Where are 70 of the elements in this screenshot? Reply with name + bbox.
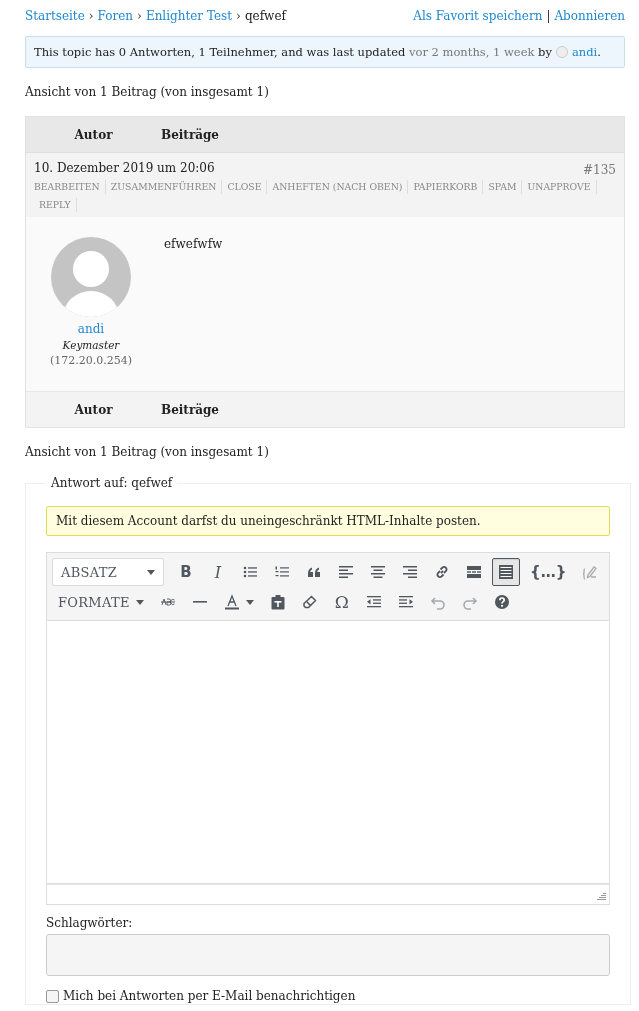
breadcrumb-separator: › bbox=[236, 9, 241, 23]
admin-link[interactable]: SPAM bbox=[483, 180, 523, 194]
topic-action-link[interactable]: Als Favorit speichern bbox=[413, 9, 543, 23]
resize-handle-icon[interactable] bbox=[597, 892, 608, 902]
link-icon bbox=[434, 564, 450, 580]
period-text: . bbox=[597, 45, 601, 59]
italic-button[interactable]: I bbox=[204, 558, 232, 586]
format-dropdown[interactable]: ABSATZ bbox=[52, 558, 164, 586]
author-ip: (172.20.0.254) bbox=[49, 354, 133, 367]
admin-link[interactable]: BEARBEITEN bbox=[34, 180, 106, 194]
admin-link[interactable]: ZUSAMMENFÜHREN bbox=[105, 180, 223, 194]
format-dropdown[interactable]: FORMATE bbox=[52, 588, 150, 616]
align-right-icon bbox=[402, 564, 418, 580]
column-heading: Beiträge bbox=[161, 402, 219, 417]
post-date: 10. Dezember 2019 um 20:06 bbox=[34, 161, 215, 177]
freshness-link[interactable]: vor 2 months, 1 week bbox=[409, 45, 535, 59]
author-role: Keymaster bbox=[62, 339, 120, 351]
pagination-count: Ansicht von 1 Beitrag (von insgesamt 1) bbox=[25, 85, 269, 99]
reply-form-legend: Antwort auf: qefwef bbox=[46, 476, 178, 490]
bold-button[interactable]: B bbox=[172, 558, 200, 586]
tags-label: Schlagwörter: bbox=[46, 916, 134, 930]
pagination-count: Ansicht von 1 Beitrag (von insgesamt 1) bbox=[25, 445, 269, 459]
link-separator: | bbox=[546, 9, 551, 23]
admin-link[interactable]: CLOSE bbox=[222, 180, 268, 194]
paste-text-icon bbox=[269, 594, 286, 610]
text-color-icon bbox=[223, 594, 240, 610]
code-button[interactable]: {…} bbox=[524, 558, 573, 586]
breadcrumb-link[interactable]: Foren bbox=[97, 9, 134, 23]
topic-info-text: This topic has 0 Antworten, 1 Teilnehmer, and was last updated bbox=[34, 45, 406, 59]
breadcrumb-separator: › bbox=[88, 9, 94, 23]
numbered-list-icon bbox=[274, 564, 290, 580]
column-heading: Beiträge bbox=[161, 127, 219, 142]
redo-icon bbox=[461, 594, 478, 610]
admin-link[interactable]: PAPIERKORB bbox=[408, 180, 484, 194]
align-left-icon bbox=[338, 564, 354, 580]
pencil-icon bbox=[582, 564, 599, 580]
html-permission-notice: Mit diesem Account darfst du uneingeschränkt HTML-Inhalte posten. bbox=[46, 506, 611, 536]
outdent-icon bbox=[365, 594, 382, 610]
author-name-link[interactable]: andi bbox=[77, 322, 105, 336]
breadcrumb-link[interactable]: Enlighter Test bbox=[145, 9, 233, 23]
horizontal-line-icon bbox=[192, 601, 207, 603]
admin-link[interactable]: ANHEFTEN (NACH OBEN) bbox=[267, 180, 409, 194]
admin-link[interactable]: REPLY bbox=[34, 198, 77, 212]
notify-checkbox[interactable] bbox=[46, 989, 59, 1003]
avatar-icon bbox=[555, 46, 568, 58]
topic-action-link[interactable]: Abonnieren bbox=[554, 9, 625, 23]
by-text: by bbox=[538, 45, 552, 59]
special-character-button[interactable]: Ω bbox=[327, 588, 356, 616]
caret-icon bbox=[147, 569, 155, 575]
undo-icon bbox=[429, 594, 446, 610]
post-content: efwefwfw bbox=[163, 237, 223, 253]
align-center-icon bbox=[370, 564, 386, 580]
column-heading: Autor bbox=[73, 127, 114, 142]
notify-label: Mich bei Antworten per E-Mail benachrichtigen bbox=[63, 989, 356, 1003]
caret-icon bbox=[245, 599, 254, 605]
toolbar-toggle-button[interactable] bbox=[492, 558, 520, 586]
help-icon bbox=[493, 594, 510, 610]
toolbar-toggle-icon bbox=[498, 564, 514, 580]
column-heading: Autor bbox=[73, 402, 114, 417]
breadcrumb-separator: › bbox=[137, 9, 142, 23]
post-permalink[interactable]: #135 bbox=[583, 163, 616, 177]
caret-icon bbox=[135, 599, 144, 605]
breadcrumb-current: qefwef bbox=[244, 9, 286, 23]
breadcrumb-link[interactable]: Startseite bbox=[25, 9, 85, 23]
admin-link[interactable]: UNAPPROVE bbox=[522, 180, 597, 194]
bulleted-list-icon bbox=[242, 564, 258, 580]
indent-icon bbox=[397, 594, 414, 610]
eraser-icon bbox=[301, 594, 318, 610]
tags-input-field[interactable] bbox=[46, 934, 611, 976]
read-more-icon bbox=[466, 564, 482, 580]
